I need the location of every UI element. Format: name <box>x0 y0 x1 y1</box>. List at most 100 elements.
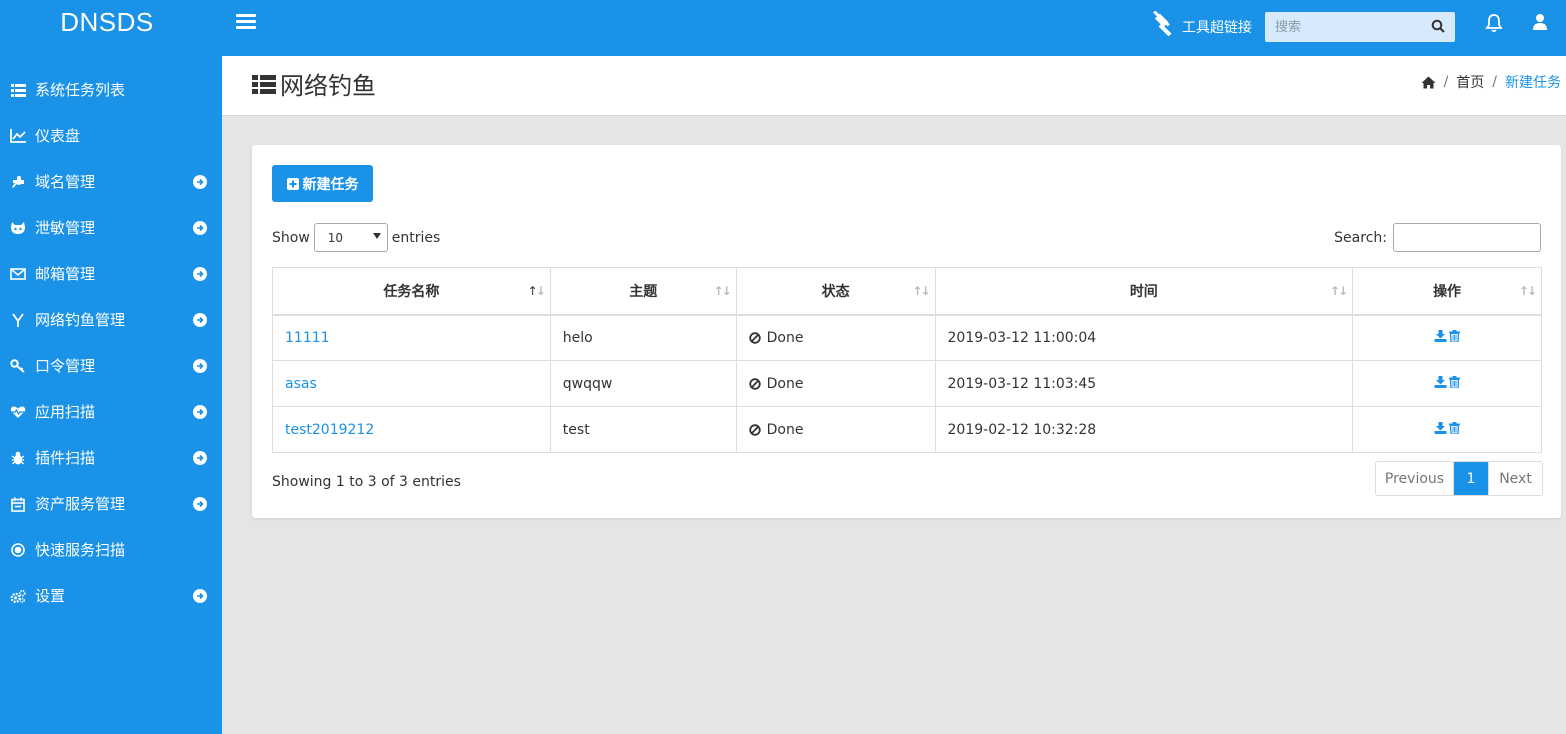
task-subject: qwqqw <box>549 360 737 407</box>
row-actions <box>1434 421 1461 434</box>
user-icon[interactable] <box>1532 13 1548 31</box>
sidebar-item-mailbox[interactable]: 邮箱管理 <box>0 251 222 297</box>
sidebar-item-asset-service[interactable]: 资产服务管理 <box>0 481 222 527</box>
sidebar-item-label: 口令管理 <box>35 357 96 375</box>
ban-icon <box>748 332 761 344</box>
column-header-subject[interactable]: 主题 ↑↓ <box>549 267 737 316</box>
arrow-circle-right-icon <box>193 267 207 281</box>
status-text: Done <box>766 329 804 346</box>
sidebar-item-label: 设置 <box>35 587 66 605</box>
status-cell: Done <box>748 329 923 346</box>
sidebar-item-password[interactable]: 口令管理 <box>0 343 222 389</box>
page-length-control: Show 10 entries <box>272 223 440 252</box>
sort-asc-icon: ↑↓ <box>527 284 546 298</box>
column-header-status[interactable]: 状态 ↑↓ <box>735 267 936 316</box>
caret-down-icon <box>372 233 381 239</box>
sidebar-item-label: 域名管理 <box>35 173 96 191</box>
download-icon[interactable] <box>1434 375 1447 388</box>
search-icon[interactable] <box>1431 19 1445 33</box>
status-cell: Done <box>748 421 923 438</box>
arrow-circle-right-icon <box>193 175 207 189</box>
previous-button[interactable]: Previous <box>1376 462 1454 495</box>
row-actions <box>1434 375 1461 388</box>
calendar-icon <box>10 496 26 512</box>
search-input[interactable] <box>1265 12 1425 42</box>
table-search: Search: <box>1334 223 1541 252</box>
sidebar-item-phishing[interactable]: 网络钓鱼管理 <box>0 297 222 343</box>
column-header-name[interactable]: 任务名称 ↑↓ <box>272 267 551 316</box>
sidebar: 系统任务列表 仪表盘 域名管理 泄敏管理 邮箱管理 网络钓鱼管理 口令管理 应用… <box>0 56 222 734</box>
heartbeat-icon <box>10 404 26 420</box>
arrow-circle-right-icon <box>193 313 207 327</box>
page-1-button[interactable]: 1 <box>1454 462 1488 495</box>
sidebar-item-task-list[interactable]: 系统任务列表 <box>0 67 222 113</box>
arrow-circle-right-icon <box>193 359 207 373</box>
sidebar-item-app-scan[interactable]: 应用扫描 <box>0 389 222 435</box>
dot-circle-icon <box>10 542 26 558</box>
sidebar-item-leak[interactable]: 泄敏管理 <box>0 205 222 251</box>
task-time: 2019-02-12 10:32:28 <box>934 406 1354 453</box>
plus-square-icon <box>286 177 299 190</box>
sidebar-item-label: 系统任务列表 <box>35 81 126 99</box>
task-subject: test <box>549 406 737 453</box>
brand-logo[interactable]: DNSDS <box>0 0 214 56</box>
page-title-text: 网络钓鱼 <box>280 72 376 100</box>
sidebar-item-plugin-scan[interactable]: 插件扫描 <box>0 435 222 481</box>
breadcrumb: / 首页 / 新建任务 <box>1421 72 1561 92</box>
sidebar-item-label: 快速服务扫描 <box>35 541 126 559</box>
next-button[interactable]: Next <box>1488 462 1542 495</box>
sidebar-item-settings[interactable]: 设置 <box>0 573 222 619</box>
ban-icon <box>748 377 761 390</box>
status-text: Done <box>766 421 804 438</box>
sort-icon: ↑↓ <box>912 284 930 298</box>
arrow-circle-right-icon <box>193 451 207 465</box>
puzzle-icon <box>10 174 26 190</box>
download-icon[interactable] <box>1434 421 1447 434</box>
task-time: 2019-03-12 11:00:04 <box>934 314 1354 361</box>
table-row: asas qwqqw Done 2019-03-12 11:03:45 <box>272 360 1542 407</box>
breadcrumb-current: 新建任务 <box>1505 75 1561 91</box>
search-label: Search: <box>1334 229 1387 246</box>
pagination: Previous 1 Next <box>1375 461 1543 496</box>
menu-toggle-icon[interactable] <box>236 14 256 30</box>
bell-icon[interactable] <box>1485 13 1503 33</box>
trash-icon[interactable] <box>1449 329 1461 342</box>
ban-icon <box>748 423 761 436</box>
arrow-circle-right-icon <box>193 589 207 603</box>
row-actions <box>1434 329 1461 342</box>
key-icon <box>10 358 26 374</box>
sidebar-item-label: 网络钓鱼管理 <box>35 311 126 329</box>
page-length-select[interactable]: 10 <box>313 223 388 252</box>
trash-icon[interactable] <box>1449 375 1461 388</box>
task-time: 2019-03-12 11:03:45 <box>934 360 1354 407</box>
new-task-button[interactable]: 新建任务 <box>272 165 373 202</box>
status-text: Done <box>766 375 804 392</box>
sidebar-item-quick-scan[interactable]: 快速服务扫描 <box>0 527 222 573</box>
line-chart-icon <box>10 128 26 144</box>
sidebar-item-domain[interactable]: 域名管理 <box>0 159 222 205</box>
trash-icon[interactable] <box>1449 421 1461 434</box>
gavel-icon <box>1153 11 1172 37</box>
column-header-actions[interactable]: 操作 ↑↓ <box>1352 267 1542 316</box>
sidebar-item-dashboard[interactable]: 仪表盘 <box>0 113 222 159</box>
table-header-row: 任务名称 ↑↓ 主题 ↑↓ 状态 ↑↓ 时间 ↑↓ 操作 ↑↓ <box>272 267 1542 316</box>
table-search-input[interactable] <box>1393 223 1541 252</box>
th-list-icon <box>252 74 276 94</box>
sidebar-item-label: 资产服务管理 <box>35 495 126 513</box>
task-card: 新建任务 Show 10 entries Search: 任务名称 ↑↓ 主题 ↑↓… <box>252 145 1561 518</box>
breadcrumb-home[interactable]: 首页 <box>1456 72 1484 92</box>
bug-icon <box>10 450 26 466</box>
column-header-time[interactable]: 时间 ↑↓ <box>934 267 1354 316</box>
arrow-circle-right-icon <box>193 405 207 419</box>
sort-icon: ↑↓ <box>713 284 732 298</box>
sidebar-item-label: 插件扫描 <box>35 449 96 467</box>
home-icon[interactable] <box>1421 76 1436 89</box>
page-title: 网络钓鱼 <box>252 66 376 101</box>
task-name-link[interactable]: asas <box>285 376 317 392</box>
download-icon[interactable] <box>1434 329 1447 342</box>
cogs-icon <box>10 588 26 604</box>
tools-link-label: 工具超链接 <box>1182 20 1252 36</box>
task-name-link[interactable]: test2019212 <box>285 422 374 438</box>
tools-link[interactable]: 工具超链接 <box>1152 11 1252 42</box>
task-name-link[interactable]: 11111 <box>285 330 330 346</box>
